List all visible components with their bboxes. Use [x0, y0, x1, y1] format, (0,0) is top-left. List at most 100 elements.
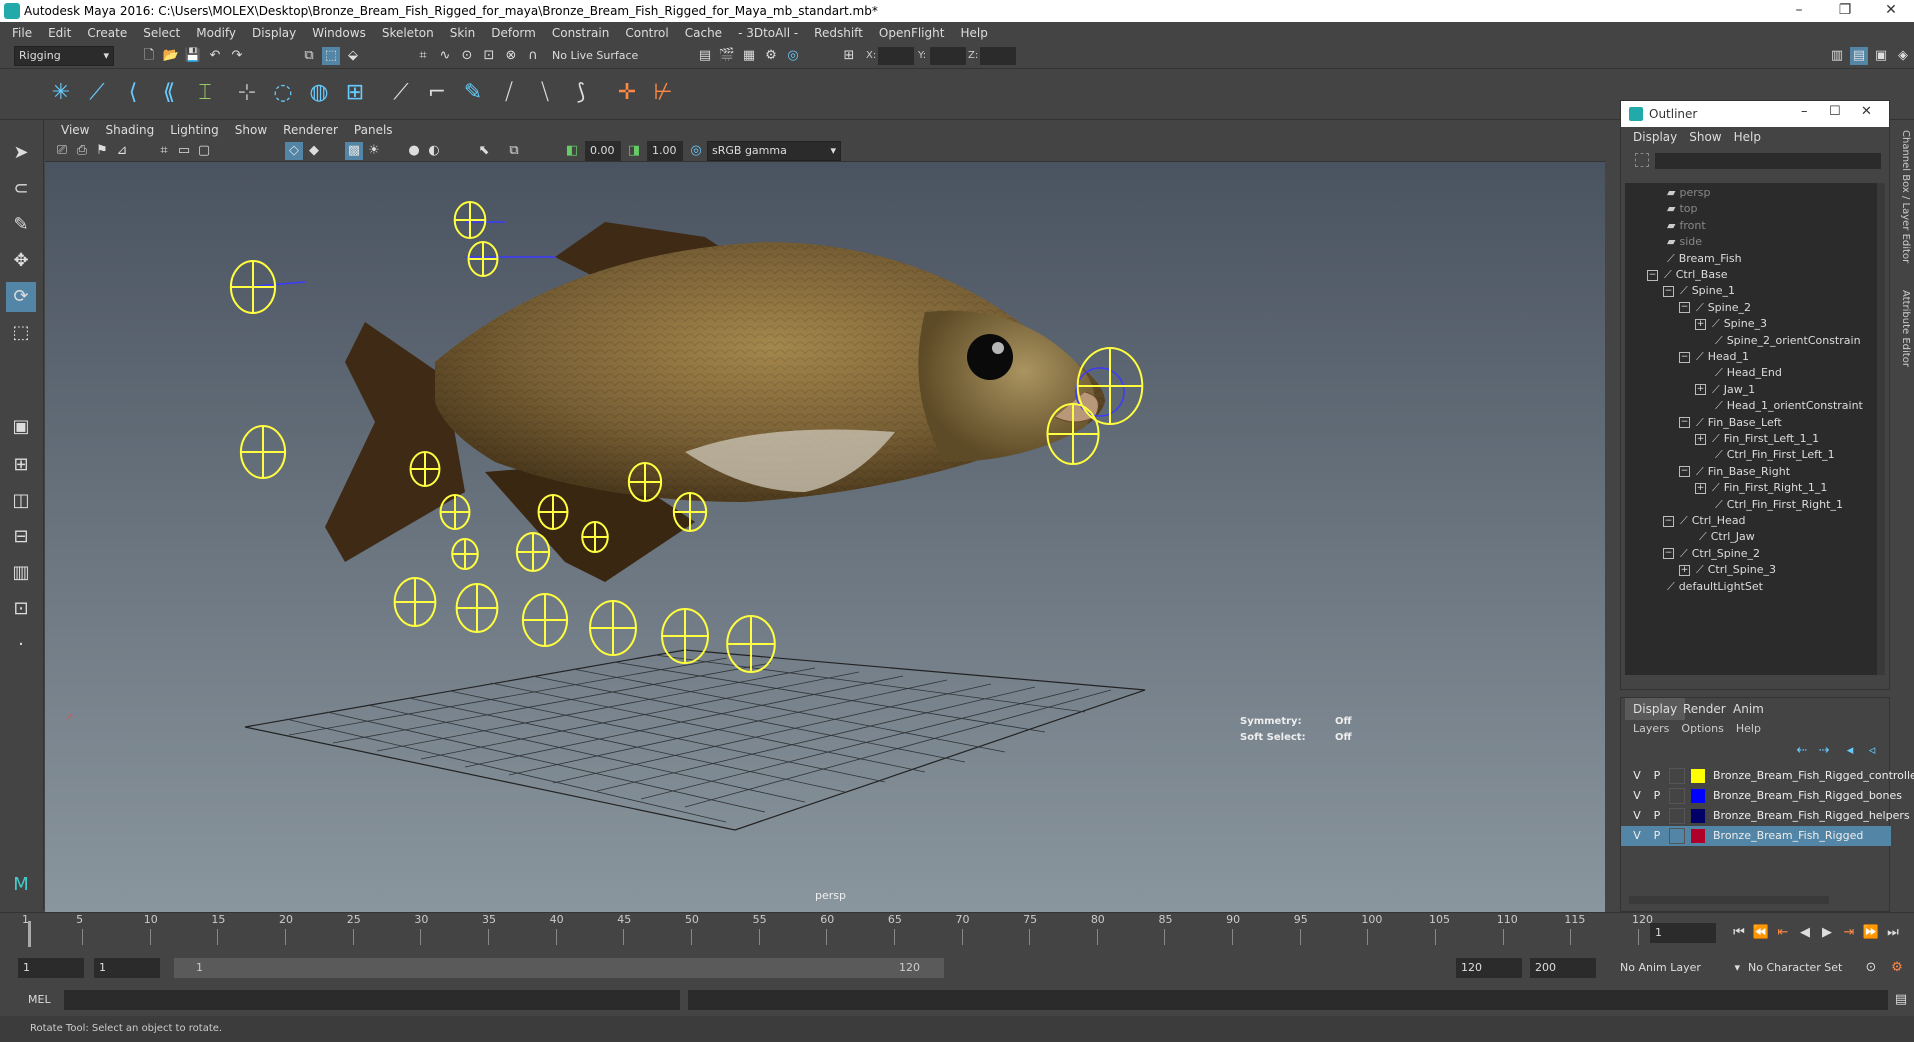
- camera-select-icon[interactable]: ⎚: [53, 142, 71, 160]
- layer-playback-toggle[interactable]: P: [1649, 808, 1665, 824]
- undo-icon[interactable]: ↶: [206, 47, 224, 65]
- move-layer-up-icon[interactable]: ⇠: [1793, 742, 1811, 760]
- start-time-field[interactable]: 1: [18, 958, 84, 978]
- sculpt-icon[interactable]: ⊞: [340, 78, 370, 108]
- select-object-icon[interactable]: ⬚: [322, 47, 340, 65]
- layer-menu-item[interactable]: Help: [1730, 722, 1767, 740]
- gamma-field[interactable]: 1.00: [647, 141, 683, 161]
- perspective-viewport[interactable]: persp Symmetry: Off Soft Select: Off ↗: [45, 162, 1605, 912]
- lattice-icon[interactable]: ◌: [268, 78, 298, 108]
- panel-menu-item[interactable]: Show: [227, 123, 275, 137]
- outliner-maximize-icon[interactable]: ☐: [1829, 104, 1841, 119]
- outliner-menu-item[interactable]: Display: [1627, 130, 1683, 144]
- layer-visibility-toggle[interactable]: V: [1629, 788, 1645, 804]
- expand-icon[interactable]: +: [1695, 433, 1706, 445]
- shadows-icon[interactable]: ●: [405, 142, 423, 160]
- grid-toggle-icon[interactable]: ⌗: [155, 142, 173, 160]
- collapse-icon[interactable]: −: [1647, 269, 1658, 281]
- outliner-item[interactable]: ⟋ defaultLightSet: [1667, 577, 1763, 597]
- joint-tool-icon[interactable]: ✳: [46, 78, 76, 108]
- side-by-side-view-icon[interactable]: ◫: [6, 486, 36, 516]
- save-scene-icon[interactable]: 💾: [184, 47, 202, 65]
- menu-item[interactable]: Edit: [40, 26, 79, 40]
- copy-weights-icon[interactable]: ⟆: [566, 78, 596, 108]
- tool-settings-toggle-icon[interactable]: ◈: [1894, 47, 1912, 65]
- exposure-field[interactable]: 0.00: [585, 141, 621, 161]
- end-time-field[interactable]: 200: [1530, 958, 1596, 978]
- channel-box-toggle-icon[interactable]: ▤: [1850, 47, 1868, 65]
- bind-skin-icon[interactable]: ⟋: [386, 78, 416, 108]
- step-back-key-icon[interactable]: ⏪: [1752, 924, 1770, 942]
- mel-label[interactable]: MEL: [28, 993, 51, 1006]
- select-tool-icon[interactable]: ➤: [6, 138, 36, 168]
- layer-color-swatch[interactable]: [1691, 809, 1705, 823]
- menu-item[interactable]: - 3DtoAll -: [730, 26, 806, 40]
- ik-spline-icon[interactable]: ⟨: [118, 78, 148, 108]
- collapse-icon[interactable]: −: [1663, 285, 1674, 297]
- ik-handle-icon[interactable]: ⟋: [82, 78, 112, 108]
- layer-type-toggle[interactable]: [1669, 808, 1685, 824]
- layer-playback-toggle[interactable]: P: [1649, 768, 1665, 784]
- move-tool-icon[interactable]: ✥: [6, 246, 36, 276]
- collapse-icon[interactable]: −: [1679, 417, 1690, 429]
- exposure-icon[interactable]: ◧: [563, 142, 581, 160]
- workspace-icon[interactable]: ▥: [1828, 47, 1846, 65]
- layer-type-toggle[interactable]: [1669, 768, 1685, 784]
- restore-icon[interactable]: ❐: [1822, 0, 1868, 22]
- outliner-search-input[interactable]: [1655, 153, 1881, 169]
- layer-menu-item[interactable]: Layers: [1627, 722, 1675, 740]
- render-region-icon[interactable]: ▤: [696, 47, 714, 65]
- minimize-icon[interactable]: –: [1776, 0, 1822, 22]
- channel-box-tab[interactable]: Channel Box / Layer Editor: [1900, 130, 1911, 263]
- layer-visibility-toggle[interactable]: V: [1629, 808, 1645, 824]
- close-icon[interactable]: ✕: [1868, 0, 1914, 22]
- point-constraint-icon[interactable]: ✛: [612, 78, 642, 108]
- step-forward-key-icon[interactable]: ⏩: [1862, 924, 1880, 942]
- maya-home-icon[interactable]: M: [6, 870, 36, 900]
- outliner-scrollbar[interactable]: [1877, 183, 1885, 675]
- outliner-close-icon[interactable]: ✕: [1861, 104, 1872, 119]
- script-editor-icon[interactable]: ▤: [1892, 991, 1910, 1009]
- redo-icon[interactable]: ↷: [228, 47, 246, 65]
- panel-menu-item[interactable]: Shading: [97, 123, 162, 137]
- time-slider[interactable]: 1 5 10 15 20 25 30 35 40 45 50 55 60 65 70 75 80 85 90 95 10…: [0, 912, 1914, 952]
- detach-skin-icon[interactable]: ⧸: [494, 78, 524, 108]
- layer-row[interactable]: V P Bronze_Bream_Fish_Rigged_bones: [1621, 786, 1902, 806]
- single-view-icon[interactable]: ▣: [6, 412, 36, 442]
- persp-hypershade-icon[interactable]: ⊡: [6, 594, 36, 624]
- menu-item[interactable]: Windows: [304, 26, 374, 40]
- panel-menu-item[interactable]: Renderer: [275, 123, 346, 137]
- ambient-occlusion-icon[interactable]: ◐: [425, 142, 443, 160]
- outliner-menu-item[interactable]: Show: [1683, 130, 1727, 144]
- go-to-end-icon[interactable]: ⏭: [1884, 924, 1902, 942]
- open-scene-icon[interactable]: 📂: [162, 47, 180, 65]
- new-scene-icon[interactable]: 🗋: [140, 47, 158, 65]
- menu-item[interactable]: OpenFlight: [871, 26, 953, 40]
- expand-icon[interactable]: +: [1679, 564, 1690, 576]
- rotate-tool-icon[interactable]: ⟳: [6, 282, 36, 312]
- layer-visibility-toggle[interactable]: V: [1629, 828, 1645, 844]
- mirror-weights-icon[interactable]: ⧹: [530, 78, 560, 108]
- resolution-gate-icon[interactable]: ▢: [195, 142, 213, 160]
- magnet-icon[interactable]: ∩: [524, 47, 542, 65]
- gamma-icon[interactable]: ◨: [625, 142, 643, 160]
- move-layer-down-icon[interactable]: ⇢: [1815, 742, 1833, 760]
- layer-color-swatch[interactable]: [1691, 789, 1705, 803]
- layer-playback-toggle[interactable]: P: [1649, 828, 1665, 844]
- locator-icon[interactable]: ⌶: [190, 78, 220, 108]
- menu-item[interactable]: Modify: [188, 26, 244, 40]
- layer-color-swatch[interactable]: [1691, 829, 1705, 843]
- collapse-icon[interactable]: −: [1679, 351, 1690, 363]
- panel-options-icon[interactable]: ·: [6, 630, 36, 660]
- layer-row[interactable]: V P Bronze_Bream_Fish_Rigged_helpers: [1621, 806, 1910, 826]
- layer-playback-toggle[interactable]: P: [1649, 788, 1665, 804]
- layer-scrollbar[interactable]: [1629, 896, 1829, 904]
- expand-icon[interactable]: +: [1695, 318, 1706, 330]
- xray-icon[interactable]: ⧉: [505, 142, 523, 160]
- outliner-minimize-icon[interactable]: –: [1801, 104, 1808, 119]
- attribute-editor-tab[interactable]: Attribute Editor: [1900, 290, 1911, 367]
- image-plane-icon[interactable]: ⊿: [113, 142, 131, 160]
- menuset-dropdown[interactable]: Rigging ▾: [14, 46, 114, 66]
- outliner-menu-item[interactable]: Help: [1728, 130, 1767, 144]
- snap-point-icon[interactable]: ⊙: [458, 47, 476, 65]
